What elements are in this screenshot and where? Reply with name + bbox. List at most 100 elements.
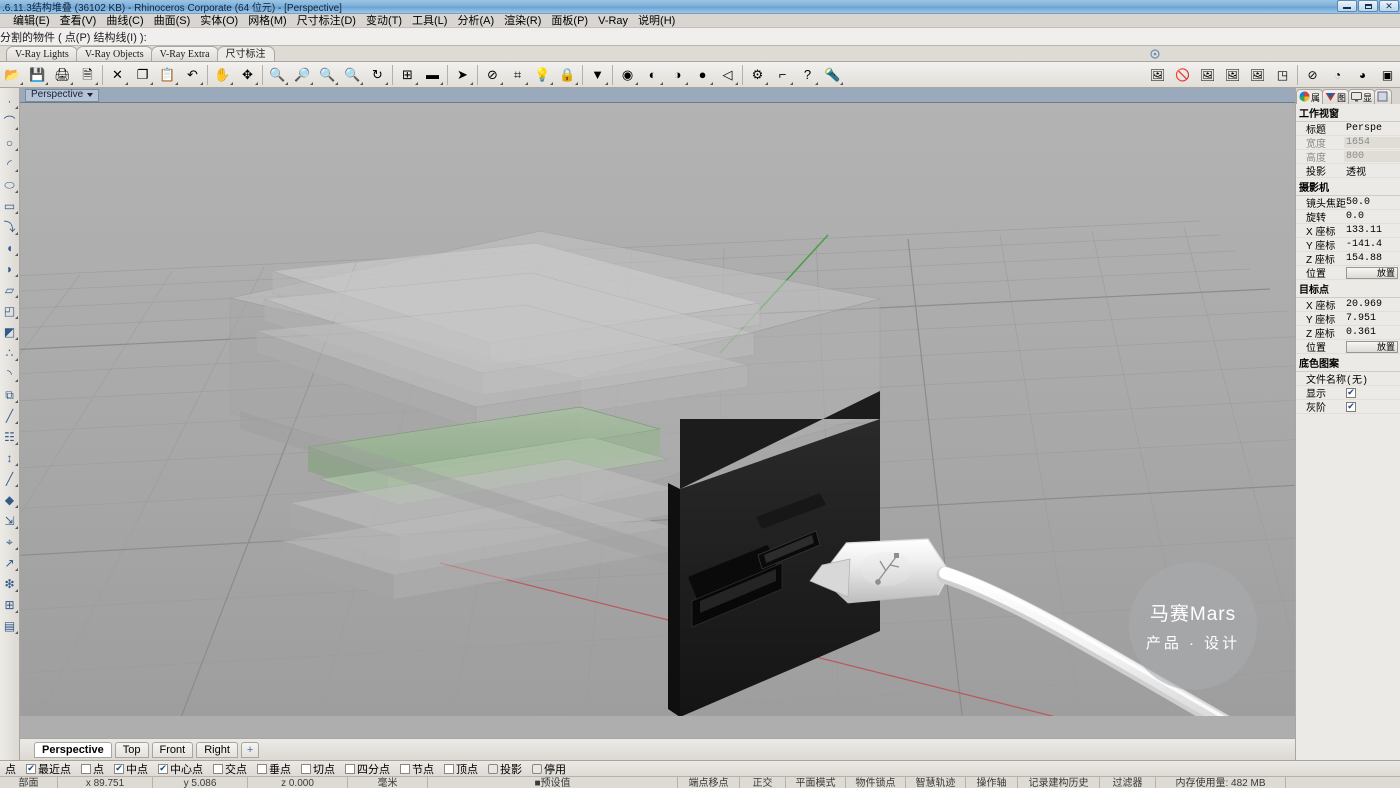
boolean-icon[interactable]: ◩ xyxy=(1,321,19,342)
render-sphere-icon[interactable]: ● xyxy=(690,63,715,87)
osnap-checkbox[interactable] xyxy=(213,764,223,774)
extrude-solid-icon[interactable]: ◰ xyxy=(1,300,19,321)
toolbar-tab-2[interactable]: V-Ray Extra xyxy=(151,46,219,61)
menu-item-4[interactable]: 实体(O) xyxy=(195,14,243,28)
curve-control-icon[interactable]: ⌒ xyxy=(1,111,19,132)
light-bulb-icon[interactable]: 💡 xyxy=(530,63,555,87)
ellipse-tool-icon[interactable]: ⬭ xyxy=(1,174,19,195)
delete-icon[interactable]: ✕ xyxy=(105,63,130,87)
render-mode-icon[interactable]: ◑ xyxy=(665,63,690,87)
planar-surface-icon[interactable]: ▱ xyxy=(1,279,19,300)
freeform-surface-icon[interactable]: ◖ xyxy=(1,237,19,258)
menu-item-5[interactable]: 网格(M) xyxy=(243,14,292,28)
copy-icon[interactable]: ❐ xyxy=(130,63,155,87)
chevron-down-icon[interactable] xyxy=(87,93,93,97)
isocurve-icon[interactable]: ◁ xyxy=(715,63,740,87)
osnap-3[interactable]: ✔中点 xyxy=(109,761,153,777)
property-checkbox[interactable]: ✔ xyxy=(1346,402,1356,412)
menu-item-3[interactable]: 曲面(S) xyxy=(149,14,196,28)
osnap-checkbox[interactable] xyxy=(81,764,91,774)
view-restore-icon[interactable]: 🖼 xyxy=(1195,63,1220,87)
properties-tab-3[interactable] xyxy=(1374,89,1392,104)
osnap-1[interactable]: ✔最近点 xyxy=(21,761,76,777)
no-view-icon[interactable]: 🚫 xyxy=(1170,63,1195,87)
osnap-checkbox[interactable] xyxy=(444,764,454,774)
status-cell-0[interactable]: 部面 xyxy=(0,777,58,788)
curve-tool-icon[interactable]: ⊘ xyxy=(480,63,505,87)
property-value[interactable]: 154.88 xyxy=(1344,253,1400,264)
osnap-checkbox[interactable] xyxy=(345,764,355,774)
polyline-tool-icon[interactable]: ⤵ xyxy=(1,216,19,237)
arc-tool-icon[interactable]: ◜ xyxy=(1,153,19,174)
analyze-tool-icon[interactable]: ⌖ xyxy=(1,531,19,552)
view-save-icon[interactable]: 🖼 xyxy=(1220,63,1245,87)
minimize-button[interactable] xyxy=(1337,0,1357,12)
osnap-checkbox[interactable]: ✔ xyxy=(158,764,168,774)
osnap-6[interactable]: 垂点 xyxy=(252,761,296,777)
property-value[interactable]: 1654 xyxy=(1344,137,1400,148)
help-icon[interactable]: ? xyxy=(795,63,820,87)
hatch-tool-icon[interactable]: ◆ xyxy=(1,489,19,510)
osnap-checkbox[interactable]: ✔ xyxy=(26,764,36,774)
viewport-canvas[interactable]: z y x 马赛Mars 产品 · 设计 xyxy=(20,103,1295,738)
status-cell-4[interactable]: 毫米 xyxy=(348,777,428,788)
menu-item-7[interactable]: 变动(T) xyxy=(361,14,407,28)
toolbar-tab-1[interactable]: V-Ray Objects xyxy=(76,46,153,61)
move-arrows-icon[interactable]: ✥ xyxy=(235,63,260,87)
mesh-tool-icon[interactable]: ∴ xyxy=(1,342,19,363)
flashlight-icon[interactable]: 🔦 xyxy=(820,63,845,87)
osnap-11[interactable]: 投影 xyxy=(483,761,527,777)
property-value[interactable]: (无) xyxy=(1344,371,1400,387)
property-value[interactable]: -141.4 xyxy=(1344,239,1400,250)
property-value[interactable]: 0.0 xyxy=(1344,211,1400,222)
render-preview-icon[interactable]: ◐ xyxy=(640,63,665,87)
viewport-tab-top[interactable]: Top xyxy=(115,742,149,758)
osnap-checkbox[interactable] xyxy=(488,764,498,774)
render-panel-icon[interactable]: ▣ xyxy=(1375,63,1400,87)
options-gear-icon[interactable]: ⚙ xyxy=(745,63,770,87)
line-tool-icon[interactable]: ╱ xyxy=(1,468,19,489)
property-value[interactable]: 800 xyxy=(1344,151,1400,162)
fillet-tool-icon[interactable]: ◝ xyxy=(1,363,19,384)
group-tool-icon[interactable]: ⊞ xyxy=(1,594,19,615)
viewport-tab-front[interactable]: Front xyxy=(152,742,194,758)
explode-tool-icon[interactable]: ❇ xyxy=(1,573,19,594)
cut-copy-page-icon[interactable]: 🗎 xyxy=(75,63,100,87)
named-view-icon[interactable]: 🖼 xyxy=(1145,63,1170,87)
status-cell-10[interactable]: 智慧轨迹 xyxy=(906,777,966,788)
osnap-10[interactable]: 顶点 xyxy=(439,761,483,777)
osnap-2[interactable]: 点 xyxy=(76,761,109,777)
dimension-tool-icon[interactable]: ↕ xyxy=(1,447,19,468)
osnap-9[interactable]: 节点 xyxy=(395,761,439,777)
property-value[interactable]: 透视 xyxy=(1344,163,1400,179)
transform-tool-icon[interactable]: ⇲ xyxy=(1,510,19,531)
print-icon[interactable]: 🖨 xyxy=(50,63,75,87)
status-cell-2[interactable]: y 5.086 xyxy=(153,777,248,788)
osnap-0[interactable]: 点 xyxy=(0,761,21,777)
offset-tool-icon[interactable]: ⧉ xyxy=(1,384,19,405)
view-anim-icon[interactable]: 🖼 xyxy=(1245,63,1270,87)
rectangle-tool-icon[interactable]: ▭ xyxy=(1,195,19,216)
zoom-in-icon[interactable]: 🔍 xyxy=(265,63,290,87)
object-properties-icon[interactable]: ⌗ xyxy=(505,63,530,87)
menu-item-8[interactable]: 工具(L) xyxy=(407,14,452,28)
status-cell-1[interactable]: x 89.751 xyxy=(58,777,153,788)
properties-tab-1[interactable]: 图 xyxy=(1322,89,1349,104)
layer-tool-icon[interactable]: ▤ xyxy=(1,615,19,636)
properties-tab-0[interactable]: 属 xyxy=(1296,89,1323,104)
teapot-render-icon[interactable]: ◕ xyxy=(1350,63,1375,87)
osnap-checkbox[interactable]: ✔ xyxy=(114,764,124,774)
toolbar-tab-3[interactable]: 尺寸标注 xyxy=(217,46,275,61)
status-cell-13[interactable]: 过滤器 xyxy=(1100,777,1156,788)
dimension-icon[interactable]: ⌐ xyxy=(770,63,795,87)
status-cell-12[interactable]: 记录建构历史 xyxy=(1018,777,1100,788)
menu-item-9[interactable]: 分析(A) xyxy=(452,14,499,28)
menu-item-12[interactable]: V-Ray xyxy=(593,14,633,28)
pointer-select-icon[interactable]: ➤ xyxy=(450,63,475,87)
menu-item-2[interactable]: 曲线(C) xyxy=(101,14,148,28)
teapot-icon[interactable]: ◔ xyxy=(1325,63,1350,87)
property-place-button[interactable]: 放置 xyxy=(1346,267,1398,279)
zoom-window-icon[interactable]: 🔎 xyxy=(290,63,315,87)
menu-item-13[interactable]: 说明(H) xyxy=(633,14,680,28)
menu-item-10[interactable]: 渲染(R) xyxy=(499,14,546,28)
